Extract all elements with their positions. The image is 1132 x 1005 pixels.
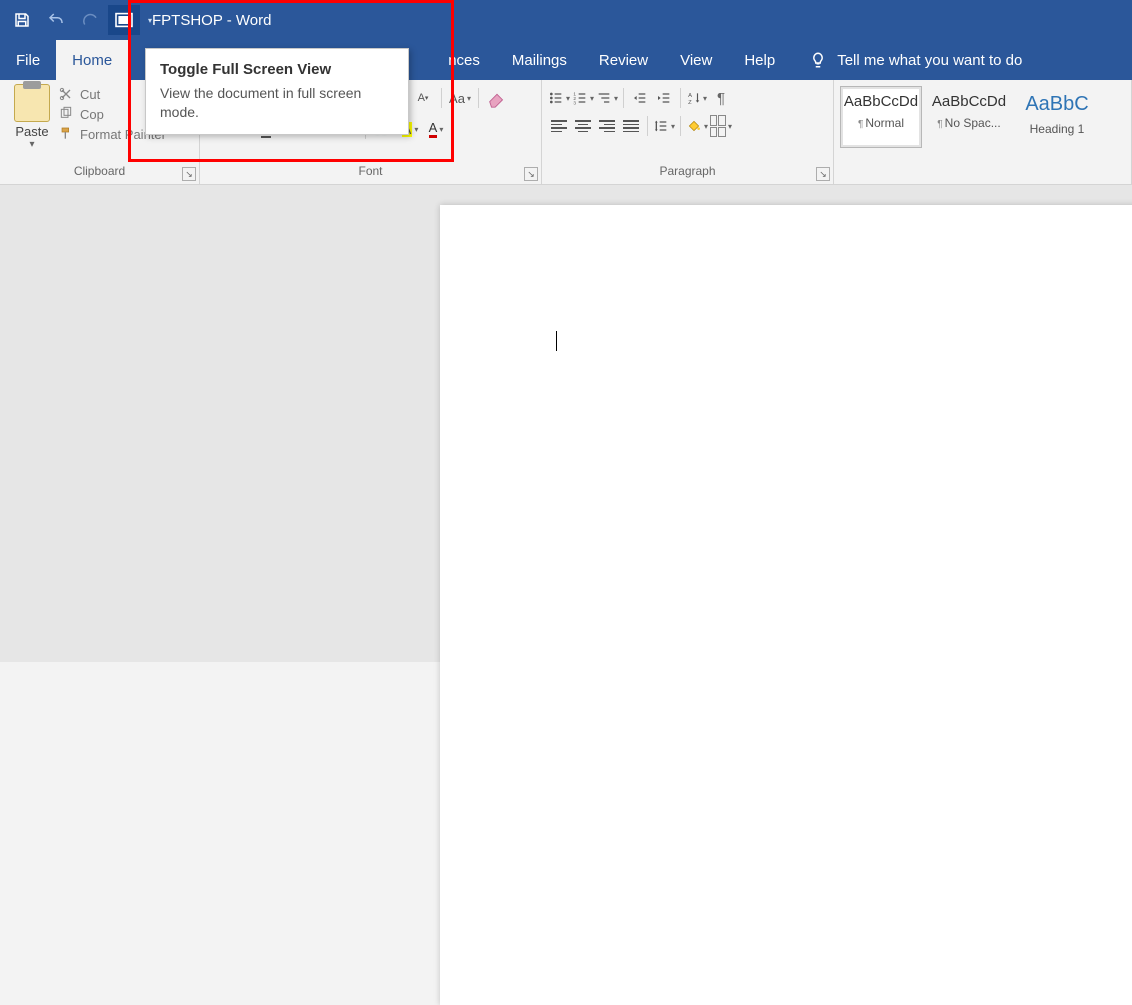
tell-me[interactable]: Tell me what you want to do [791,40,1022,80]
align-left-button[interactable] [548,115,570,137]
copy-icon [58,106,74,122]
group-styles: AaBbCcDd ¶Normal AaBbCcDd ¶No Spac... Aa… [834,80,1132,184]
chevron-down-icon[interactable]: ▾ [6,139,58,150]
svg-text:3: 3 [573,101,576,106]
paste-label: Paste [6,124,58,139]
style-name-nospacing: No Spac... [945,116,1001,130]
font-color-button[interactable]: A [425,118,447,140]
document-area [0,185,1132,662]
style-preview: AaBbCcDd [929,93,1009,110]
clear-formatting-button[interactable] [486,87,508,109]
align-right-button[interactable] [596,115,618,137]
borders-button[interactable] [710,115,732,137]
align-center-button[interactable] [572,115,594,137]
tab-home[interactable]: Home [56,40,128,80]
bullets-icon [548,90,564,106]
tooltip-title: Toggle Full Screen View [160,61,394,78]
undo-icon[interactable] [40,5,72,35]
tab-help[interactable]: Help [728,40,791,80]
justify-button[interactable] [620,115,642,137]
scissors-icon [58,86,74,102]
svg-text:A: A [688,93,692,99]
shrink-font-button[interactable]: A▾ [412,87,434,109]
redo-icon[interactable] [74,5,106,35]
indent-icon [656,90,672,106]
copy-label: Cop [80,107,104,122]
sort-button[interactable]: AZ [686,87,708,109]
paintbrush-icon [58,126,74,142]
style-name-normal: Normal [865,116,904,130]
lightbulb-icon [809,51,827,69]
change-case-button[interactable]: Aa [449,87,471,109]
dialog-launcher-paragraph[interactable]: ↘ [816,167,830,181]
tab-references-partial[interactable]: nces [444,40,496,80]
group-label-paragraph: Paragraph [542,164,833,184]
style-preview: AaBbC [1017,93,1097,116]
multilevel-list-button[interactable] [596,87,618,109]
tooltip-description: View the document in full screen mode. [160,84,394,122]
style-heading1[interactable]: AaBbC Heading 1 [1016,86,1098,148]
borders-icon [710,115,726,137]
svg-text:Z: Z [688,100,692,106]
eraser-icon [486,87,508,109]
group-label-clipboard: Clipboard [0,164,199,184]
numbering-icon: 123 [572,90,588,106]
text-cursor [556,331,557,351]
outdent-icon [632,90,648,106]
quick-access-toolbar: ▾ [6,5,152,35]
tell-me-label: Tell me what you want to do [837,52,1022,69]
style-no-spacing[interactable]: AaBbCcDd ¶No Spac... [928,86,1010,148]
fullscreen-toggle-icon[interactable] [108,5,140,35]
tab-review[interactable]: Review [583,40,664,80]
title-bar: ▾ FPTSHOP - Word [0,0,1132,40]
multilevel-icon [596,90,612,106]
style-normal[interactable]: AaBbCcDd ¶Normal [840,86,922,148]
style-preview: AaBbCcDd [841,93,921,110]
paste-button[interactable]: Paste ▾ [6,84,58,164]
group-label-font: Font [200,164,541,184]
show-paragraph-marks-button[interactable]: ¶ [710,87,732,109]
dialog-launcher-font[interactable]: ↘ [524,167,538,181]
shading-button[interactable] [686,115,708,137]
clipboard-icon [14,84,50,122]
line-spacing-icon [653,118,669,134]
tooltip: Toggle Full Screen View View the documen… [145,48,409,135]
document-page[interactable] [440,205,1132,1005]
increase-indent-button[interactable] [653,87,675,109]
sort-icon: AZ [687,90,701,106]
tab-mailings[interactable]: Mailings [496,40,583,80]
numbering-button[interactable]: 123 [572,87,594,109]
tab-view[interactable]: View [664,40,728,80]
window-title: FPTSHOP - Word [152,12,271,29]
cut-label: Cut [80,87,100,102]
bucket-icon [686,118,702,134]
group-paragraph: 123 AZ ¶ [542,80,834,184]
dialog-launcher-clipboard[interactable]: ↘ [182,167,196,181]
decrease-indent-button[interactable] [629,87,651,109]
save-icon[interactable] [6,5,38,35]
style-name-heading1: Heading 1 [1017,122,1097,136]
line-spacing-button[interactable] [653,115,675,137]
tab-file[interactable]: File [0,40,56,80]
bullets-button[interactable] [548,87,570,109]
